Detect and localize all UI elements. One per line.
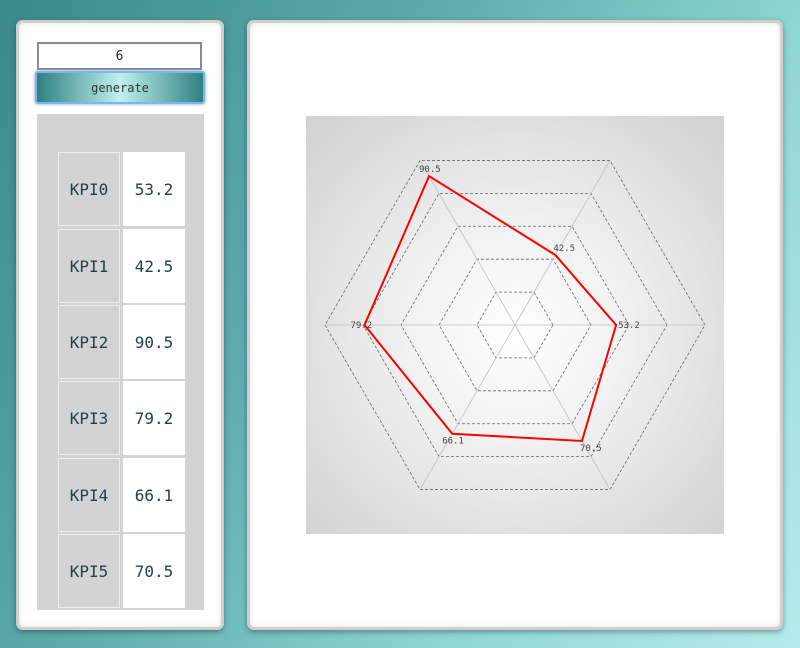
- radar-chart: 53.2 42.5 90.5 79.2 66.1 70.5: [306, 116, 724, 534]
- kpi-row: KPI1 42.5: [58, 229, 186, 303]
- kpi-row: KPI0 53.2: [58, 152, 186, 226]
- kpi-name: KPI0: [58, 152, 120, 226]
- generate-button[interactable]: generate: [35, 71, 205, 104]
- kpi-row: KPI5 70.5: [58, 534, 186, 608]
- data-label: 90.5: [419, 165, 441, 175]
- data-label: 66.1: [442, 437, 464, 447]
- grid-spoke: [419, 324, 516, 490]
- kpi-value: 66.1: [123, 458, 185, 532]
- kpi-name: KPI1: [58, 229, 120, 303]
- kpi-value: 79.2: [123, 381, 185, 455]
- kpi-value: 53.2: [123, 152, 185, 226]
- data-label: 70.5: [580, 444, 602, 454]
- data-label: 42.5: [553, 244, 575, 254]
- kpi-row: KPI3 79.2: [58, 381, 186, 455]
- kpi-row: KPI2 90.5: [58, 305, 186, 379]
- kpi-list: KPI0 53.2 KPI1 42.5 KPI2 90.5 KPI3 79.2 …: [37, 114, 204, 610]
- kpi-name: KPI4: [58, 458, 120, 532]
- radar-chart-svg: 53.2 42.5 90.5 79.2 66.1 70.5: [324, 160, 706, 490]
- grid-spoke: [419, 160, 516, 326]
- kpi-name: KPI2: [58, 305, 120, 379]
- kpi-name: KPI3: [58, 381, 120, 455]
- grid-spoke: [514, 324, 611, 490]
- kpi-name: KPI5: [58, 534, 120, 608]
- kpi-row: KPI4 66.1: [58, 458, 186, 532]
- kpi-value: 42.5: [123, 229, 185, 303]
- kpi-value: 70.5: [123, 534, 185, 608]
- data-label: 53.2: [618, 321, 640, 331]
- data-label: 79.2: [351, 321, 373, 331]
- kpi-count-input[interactable]: [37, 42, 202, 70]
- kpi-value: 90.5: [123, 305, 185, 379]
